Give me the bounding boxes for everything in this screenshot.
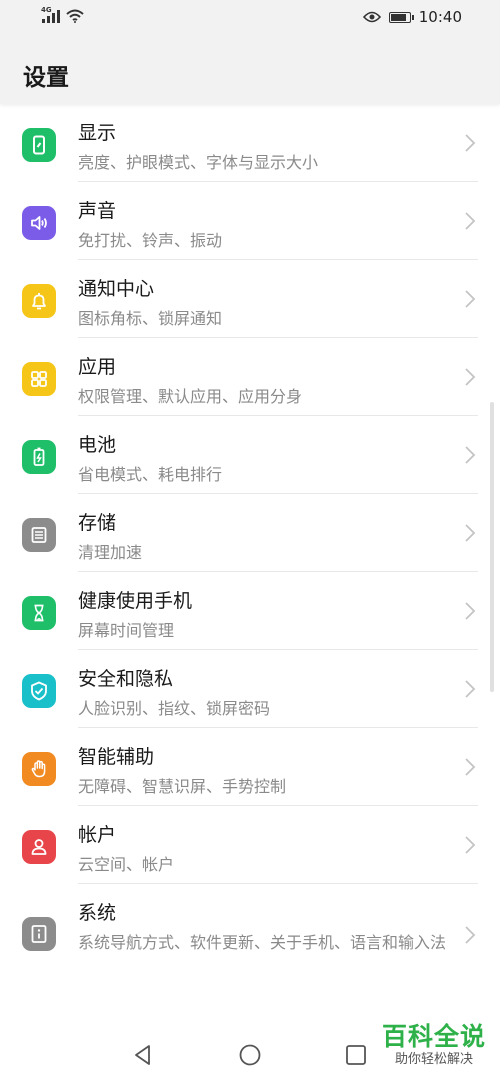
- watermark-title: 百科全说: [381, 1022, 486, 1051]
- settings-item-subtitle: 云空间、帐户: [78, 855, 175, 874]
- status-time: 10:40: [418, 8, 462, 26]
- settings-item-label: 电池: [78, 434, 117, 456]
- home-icon[interactable]: [239, 1044, 261, 1066]
- settings-item-label: 安全和隐私: [78, 668, 174, 690]
- cellular-signal-icon: 4G: [41, 6, 60, 23]
- chevron-right-icon: [465, 134, 476, 152]
- hourglass-icon: [22, 596, 56, 630]
- settings-item-subtitle: 无障碍、智慧识屏、手势控制: [78, 777, 287, 796]
- watermark-logo: 百科全说 助你轻松解决: [381, 1022, 486, 1068]
- settings-item-storage[interactable]: 存储 清理加速: [0, 494, 500, 572]
- settings-item-info[interactable]: 系统系统导航方式、软件更新、关于手机、语言和输入法: [0, 884, 500, 984]
- settings-item-subtitle: 权限管理、默认应用、应用分身: [78, 387, 303, 406]
- chevron-right-icon: [465, 212, 476, 230]
- display-icon: [22, 128, 56, 162]
- chevron-right-icon: [465, 926, 476, 944]
- settings-item-subtitle: 图标角标、锁屏通知: [78, 309, 223, 328]
- settings-item-label: 健康使用手机: [78, 590, 193, 612]
- settings-item-hand[interactable]: 智能辅助无障碍、智慧识屏、手势控制: [0, 728, 500, 806]
- settings-item-subtitle: 系统导航方式、软件更新、关于手机、语言和输入法: [78, 933, 447, 952]
- recents-icon[interactable]: [345, 1044, 367, 1066]
- settings-item-display[interactable]: 显示亮度、护眼模式、字体与显示大小: [0, 104, 500, 182]
- watermark-subtitle: 助你轻松解决: [381, 1052, 486, 1068]
- eye-comfort-icon: [362, 11, 381, 23]
- settings-item-subtitle: 亮度、护眼模式、字体与显示大小: [78, 153, 319, 172]
- settings-item-battery[interactable]: 电池省电模式、耗电排行: [0, 416, 500, 494]
- settings-item-user[interactable]: 帐户 云空间、帐户: [0, 806, 500, 884]
- settings-item-label: 智能辅助: [78, 746, 155, 768]
- shield-icon: [22, 674, 56, 708]
- chevron-right-icon: [465, 524, 476, 542]
- settings-item-label: 通知中心: [78, 278, 155, 300]
- settings-item-label: 系统: [78, 902, 117, 924]
- settings-item-subtitle: 屏幕时间管理: [78, 621, 175, 640]
- settings-list: 杂志锁屏、主题显示亮度、护眼模式、字体与显示大小声音免打扰、铃声、振动通知中心图…: [0, 66, 500, 1024]
- settings-item-apps-grid[interactable]: 应用权限管理、默认应用、应用分身: [0, 338, 500, 416]
- settings-item-label: 声音: [78, 200, 117, 222]
- battery-indicator-icon: [388, 11, 414, 23]
- storage-icon: [22, 518, 56, 552]
- battery-icon: [22, 440, 56, 474]
- bell-icon: [22, 284, 56, 318]
- settings-item-hourglass[interactable]: 健康使用手机 屏幕时间管理: [0, 572, 500, 650]
- chevron-right-icon: [465, 758, 476, 776]
- status-bar: 4G 10:40: [0, 0, 500, 38]
- settings-item-label: 应用: [78, 356, 117, 378]
- apps-grid-icon: [22, 362, 56, 396]
- info-icon: [22, 917, 56, 951]
- wifi-icon: [66, 9, 84, 23]
- chevron-right-icon: [465, 368, 476, 386]
- chevron-right-icon: [465, 446, 476, 464]
- chevron-right-icon: [465, 602, 476, 620]
- settings-item-label: 存储: [78, 512, 117, 534]
- settings-item-subtitle: 免打扰、铃声、振动: [78, 231, 223, 250]
- hand-icon: [22, 752, 56, 786]
- settings-item-bell[interactable]: 通知中心图标角标、锁屏通知: [0, 260, 500, 338]
- settings-item-shield[interactable]: 安全和隐私人脸识别、指纹、锁屏密码: [0, 650, 500, 728]
- page-title: 设置: [23, 65, 69, 91]
- app-header: 设置: [0, 38, 500, 104]
- settings-item-label: 帐户: [78, 824, 117, 846]
- chevron-right-icon: [465, 836, 476, 854]
- settings-item-label: 显示: [78, 122, 117, 144]
- user-icon: [22, 830, 56, 864]
- settings-item-subtitle: 省电模式、耗电排行: [78, 465, 223, 484]
- chevron-right-icon: [465, 680, 476, 698]
- chevron-right-icon: [465, 290, 476, 308]
- settings-item-subtitle: 清理加速: [78, 543, 143, 562]
- scrollbar[interactable]: [490, 402, 494, 692]
- settings-item-speaker[interactable]: 声音免打扰、铃声、振动: [0, 182, 500, 260]
- settings-item-subtitle: 人脸识别、指纹、锁屏密码: [78, 699, 271, 718]
- back-icon[interactable]: [132, 1044, 154, 1066]
- speaker-icon: [22, 206, 56, 240]
